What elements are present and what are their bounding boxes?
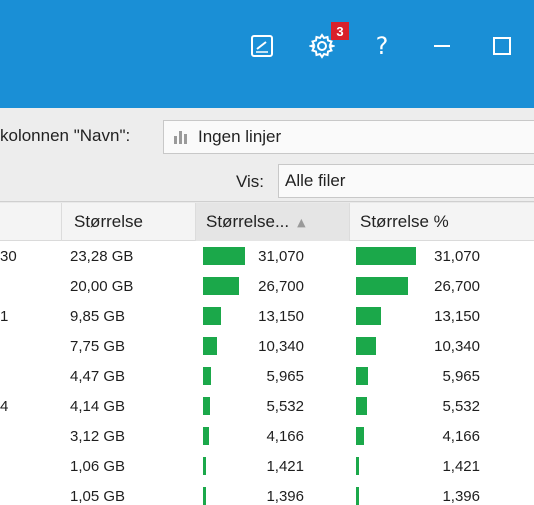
size-graph-value: 5,965 bbox=[266, 367, 304, 385]
size-graph-bar bbox=[203, 367, 211, 385]
size-graph-bar bbox=[203, 337, 217, 355]
maximize-icon bbox=[493, 37, 511, 55]
size-graph-value: 26,700 bbox=[258, 277, 304, 295]
table-row[interactable]: 1 9,85 GB 13,150 13,150 bbox=[0, 301, 534, 331]
table-row[interactable]: 30 23,28 GB 31,070 31,070 bbox=[0, 241, 534, 271]
name-cell: 1 bbox=[0, 307, 9, 325]
size-percent-bar bbox=[356, 307, 381, 325]
column-header-size-graph-label: Størrelse... bbox=[206, 212, 290, 231]
size-cell: 9,85 GB bbox=[70, 307, 126, 325]
size-cell: 1,05 GB bbox=[70, 487, 126, 505]
notification-badge: 3 bbox=[331, 22, 349, 40]
size-percent-value: 26,700 bbox=[434, 277, 480, 295]
name-cell bbox=[0, 361, 14, 391]
size-percent-bar bbox=[356, 277, 408, 295]
table-row[interactable]: 1,06 GB 1,421 1,421 bbox=[0, 451, 534, 481]
size-graph-value: 5,532 bbox=[266, 397, 304, 415]
size-cell: 4,14 GB bbox=[70, 397, 126, 415]
size-percent-bar bbox=[356, 487, 359, 505]
table-row[interactable]: 1,05 GB 1,396 1,396 bbox=[0, 481, 534, 505]
gridlines-select-value: Ingen linjer bbox=[198, 127, 282, 146]
table-row[interactable]: 4 4,14 GB 5,532 5,532 bbox=[0, 391, 534, 421]
maximize-button[interactable] bbox=[484, 28, 520, 64]
column-header-size-graph[interactable]: Størrelse... ▲ bbox=[196, 203, 350, 241]
table-row[interactable]: 7,75 GB 10,340 10,340 bbox=[0, 331, 534, 361]
title-bar: 3 ? bbox=[0, 0, 534, 108]
table-row[interactable]: 20,00 GB 26,700 26,700 bbox=[0, 271, 534, 301]
size-percent-value: 31,070 bbox=[434, 247, 480, 265]
bar-chart-icon bbox=[174, 131, 187, 144]
name-cell: 30 bbox=[0, 247, 17, 265]
column-label: kolonnen "Navn": bbox=[0, 126, 131, 145]
size-percent-bar bbox=[356, 457, 359, 475]
table-row[interactable]: 3,12 GB 4,166 4,166 bbox=[0, 421, 534, 451]
size-percent-value: 1,396 bbox=[442, 487, 480, 505]
size-percent-bar bbox=[356, 397, 367, 415]
toolbar: kolonnen "Navn": Ingen linjer Vis: Alle … bbox=[0, 108, 534, 202]
size-graph-value: 10,340 bbox=[258, 337, 304, 355]
file-table: Størrelse Størrelse... ▲ Størrelse % 30 2… bbox=[0, 203, 534, 505]
size-percent-bar bbox=[356, 367, 368, 385]
sort-ascending-icon: ▲ bbox=[297, 215, 306, 229]
help-button[interactable]: ? bbox=[364, 28, 400, 64]
minimize-button[interactable] bbox=[424, 28, 460, 64]
size-percent-value: 10,340 bbox=[434, 337, 480, 355]
name-cell bbox=[0, 331, 14, 361]
column-header-size-percent[interactable]: Størrelse % bbox=[350, 203, 534, 241]
size-graph-value: 13,150 bbox=[258, 307, 304, 325]
column-header-size[interactable]: Størrelse bbox=[62, 203, 196, 241]
size-graph-value: 31,070 bbox=[258, 247, 304, 265]
name-cell bbox=[0, 451, 14, 481]
size-graph-bar bbox=[203, 457, 206, 475]
size-cell: 20,00 GB bbox=[70, 277, 134, 295]
size-percent-value: 4,166 bbox=[442, 427, 480, 445]
size-graph-value: 1,396 bbox=[266, 487, 304, 505]
name-cell bbox=[0, 421, 14, 451]
vis-label: Vis: bbox=[236, 172, 265, 191]
vis-select[interactable]: Alle filer bbox=[278, 164, 534, 198]
size-graph-bar bbox=[203, 427, 209, 445]
size-percent-value: 1,421 bbox=[442, 457, 480, 475]
size-graph-value: 1,421 bbox=[266, 457, 304, 475]
size-percent-value: 5,532 bbox=[442, 397, 480, 415]
column-header-name[interactable] bbox=[0, 203, 62, 241]
size-percent-bar bbox=[356, 337, 376, 355]
dashboard-icon[interactable] bbox=[244, 28, 280, 64]
size-percent-bar bbox=[356, 247, 416, 265]
size-percent-bar bbox=[356, 427, 364, 445]
size-cell: 1,06 GB bbox=[70, 457, 126, 475]
name-cell bbox=[0, 271, 14, 301]
size-cell: 3,12 GB bbox=[70, 427, 126, 445]
table-header: Størrelse Størrelse... ▲ Størrelse % bbox=[0, 203, 534, 241]
size-cell: 4,47 GB bbox=[70, 367, 126, 385]
size-graph-bar bbox=[203, 307, 221, 325]
size-percent-value: 13,150 bbox=[434, 307, 480, 325]
name-cell: 4 bbox=[0, 397, 9, 415]
size-graph-value: 4,166 bbox=[266, 427, 304, 445]
size-graph-bar bbox=[203, 487, 206, 505]
size-graph-bar bbox=[203, 397, 210, 415]
name-cell bbox=[0, 481, 14, 505]
size-cell: 23,28 GB bbox=[70, 247, 134, 265]
vis-select-value: Alle filer bbox=[285, 171, 346, 190]
gridlines-select[interactable]: Ingen linjer bbox=[163, 120, 534, 154]
size-graph-bar bbox=[203, 277, 239, 295]
size-percent-value: 5,965 bbox=[442, 367, 480, 385]
size-graph-bar bbox=[203, 247, 245, 265]
size-cell: 7,75 GB bbox=[70, 337, 126, 355]
table-row[interactable]: 4,47 GB 5,965 5,965 bbox=[0, 361, 534, 391]
minimize-icon bbox=[434, 45, 450, 47]
